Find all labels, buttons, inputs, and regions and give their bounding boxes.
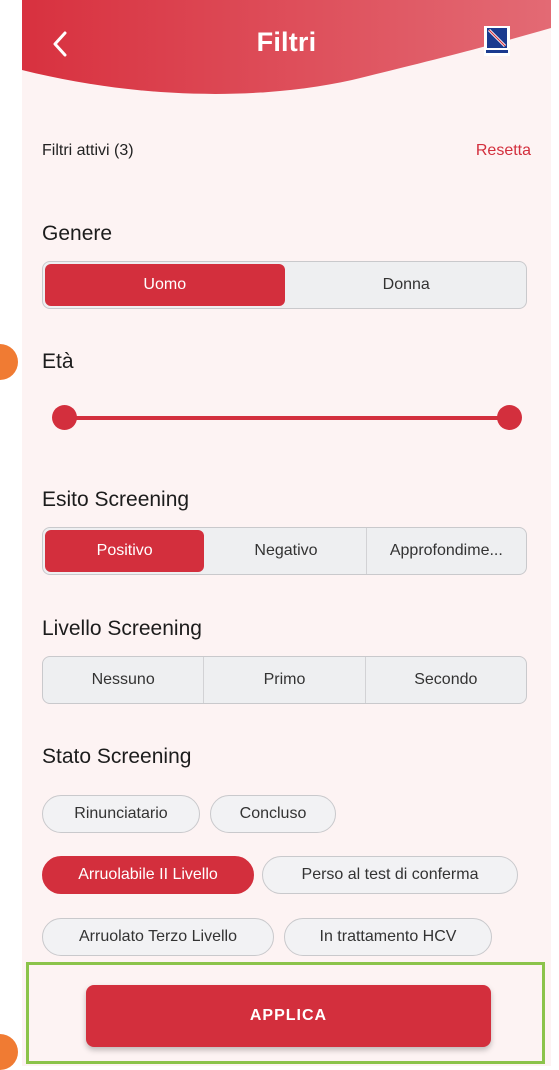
stato-chip-in-trattamento-hcv[interactable]: In trattamento HCV [284,918,492,956]
reset-link[interactable]: Resetta [476,142,531,160]
livello-option-primo[interactable]: Primo [203,657,364,703]
esito-option-negativo[interactable]: Negativo [206,528,365,574]
stato-chip-rinunciatario[interactable]: Rinunciatario [42,795,200,833]
slider-track [62,416,512,420]
livello-segmented-control: Nessuno Primo Secondo [42,656,527,704]
apply-area-highlight: APPLICA [26,962,545,1064]
app-header: Filtri [22,0,551,110]
genere-option-uomo[interactable]: Uomo [45,264,285,306]
livello-title: Livello Screening [42,617,202,640]
regione-campania-logo [484,26,510,56]
filters-screen: Filtri Filtri attivi (3) Resetta Genere … [22,0,551,1066]
livello-option-secondo[interactable]: Secondo [364,657,526,703]
stato-chip-concluso[interactable]: Concluso [210,795,336,833]
eta-range-slider[interactable] [52,405,522,431]
esito-segmented-control: Positivo Negativo Approfondime... [42,527,527,575]
slider-max-thumb[interactable] [497,405,522,430]
stato-title: Stato Screening [42,745,192,768]
annotation-marker [0,344,18,380]
esito-option-positivo[interactable]: Positivo [45,530,205,572]
genere-option-donna[interactable]: Donna [287,262,527,308]
apply-button[interactable]: APPLICA [86,985,491,1047]
livello-option-nessuno[interactable]: Nessuno [43,657,203,703]
stato-chip-perso-al-test[interactable]: Perso al test di conferma [262,856,518,894]
esito-option-approfondimento[interactable]: Approfondime... [365,528,526,574]
eta-title: Età [42,350,74,373]
slider-min-thumb[interactable] [52,405,77,430]
active-filters-row: Filtri attivi (3) Resetta [42,142,531,164]
annotation-marker [0,1034,18,1070]
page-title: Filtri [256,27,317,57]
active-filters-label: Filtri attivi (3) [42,142,134,159]
stato-chip-arruolato-terzo-livello[interactable]: Arruolato Terzo Livello [42,918,274,956]
esito-title: Esito Screening [42,488,190,511]
stato-chip-arruolabile-ii-livello[interactable]: Arruolabile II Livello [42,856,254,894]
genere-segmented-control: Uomo Donna [42,261,527,309]
genere-title: Genere [42,222,113,245]
